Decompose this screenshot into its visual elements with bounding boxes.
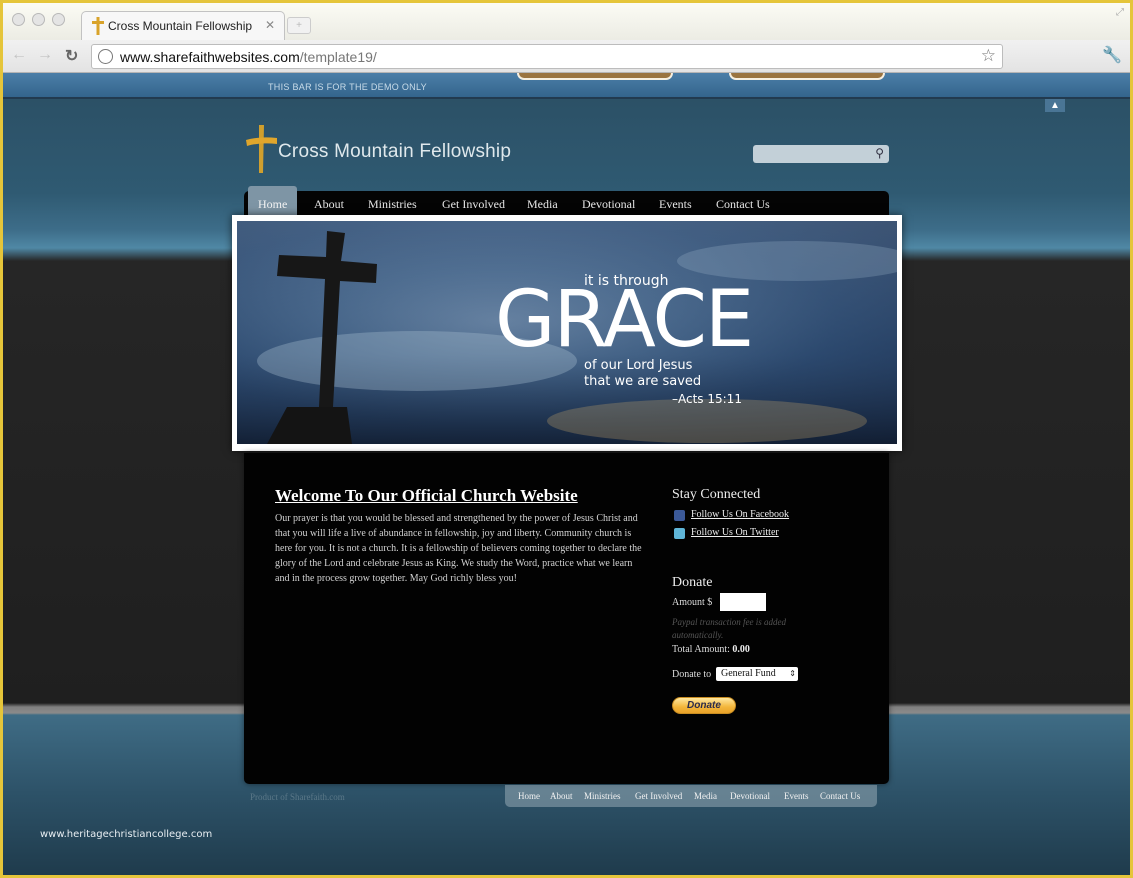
donate-heading: Donate	[672, 575, 713, 590]
search-input[interactable]	[753, 145, 865, 163]
globe-icon	[98, 49, 113, 64]
forward-arrow-icon[interactable]: →	[37, 46, 53, 64]
facebook-link-row: Follow Us On Facebook	[672, 509, 872, 527]
back-arrow-icon[interactable]: ←	[11, 46, 27, 64]
facebook-link[interactable]: Follow Us On Facebook	[691, 509, 789, 520]
footer-nav: Home About Ministries Get Involved Media…	[505, 785, 877, 807]
nav-home[interactable]: Home	[248, 186, 298, 217]
footer-about[interactable]: About	[550, 791, 573, 801]
footer-get-involved[interactable]: Get Involved	[635, 791, 682, 801]
amount-label: Amount $	[672, 597, 713, 608]
content-panel: Welcome To Our Official Church Website O…	[244, 453, 889, 784]
banner-line-3: that we are saved	[584, 374, 702, 389]
browser-titlebar: Cross Mountain Fellowship ✕ + ⤢	[3, 3, 1130, 41]
donate-to-label: Donate to	[672, 669, 712, 680]
cross-logo-icon[interactable]	[244, 123, 278, 175]
facebook-icon[interactable]	[674, 510, 685, 521]
total-value: 0.00	[732, 644, 750, 655]
address-bar[interactable]: www.sharefaithwebsites.com/template19/ ☆	[91, 44, 1003, 69]
total-amount: Total Amount: 0.00	[672, 644, 872, 655]
nav-about[interactable]: About	[314, 197, 344, 212]
twitter-icon[interactable]	[674, 528, 685, 539]
search-icon[interactable]: ⚲	[875, 146, 884, 160]
stay-connected-heading: Stay Connected	[672, 487, 761, 502]
browser-window: Cross Mountain Fellowship ✕ + ⤢ ← → ↻ ww…	[3, 3, 1130, 875]
fund-select-value: General Fund	[721, 668, 776, 679]
cross-favicon-icon	[92, 17, 104, 35]
web-page: THIS BAR IS FOR THE DEMO ONLY ▲ Cross Mo…	[3, 73, 1130, 875]
nav-get-involved[interactable]: Get Involved	[442, 197, 505, 212]
demo-bar: THIS BAR IS FOR THE DEMO ONLY	[3, 73, 1130, 99]
select-arrows-icon: ⇕	[789, 669, 796, 678]
banner-line-2: of our Lord Jesus	[584, 358, 693, 373]
banner-reference: –Acts 15:11	[672, 392, 742, 406]
nav-contact-us[interactable]: Contact Us	[716, 197, 770, 212]
hero-slider[interactable]: it is through GRACE of our Lord Jesus th…	[232, 215, 902, 451]
nav-events[interactable]: Events	[659, 197, 692, 212]
footer-events[interactable]: Events	[784, 791, 809, 801]
footer-devotional[interactable]: Devotional	[730, 791, 770, 801]
welcome-text: Our prayer is that you would be blessed …	[275, 513, 642, 584]
demo-bar-text: THIS BAR IS FOR THE DEMO ONLY	[268, 82, 427, 92]
nav-media[interactable]: Media	[527, 197, 558, 212]
wrench-menu-icon[interactable]: 🔧	[1102, 45, 1122, 65]
url-text[interactable]: www.sharefaithwebsites.com/template19/	[120, 49, 377, 65]
zoom-window-button[interactable]	[52, 13, 65, 26]
banner-headline: GRACE	[495, 275, 754, 365]
demo-bar-button-2[interactable]	[729, 73, 885, 80]
collapse-demo-bar-button[interactable]: ▲	[1045, 99, 1065, 112]
sidebar: Stay Connected Follow Us On Facebook Fol…	[672, 487, 872, 714]
footer-contact-us[interactable]: Contact Us	[820, 791, 860, 801]
nav-ministries[interactable]: Ministries	[368, 197, 417, 212]
fullscreen-icon[interactable]: ⤢	[1116, 7, 1124, 18]
footer-media[interactable]: Media	[694, 791, 717, 801]
amount-input[interactable]	[720, 593, 766, 611]
total-label: Total Amount:	[672, 644, 730, 655]
close-window-button[interactable]	[12, 13, 25, 26]
watermark-text: www.heritagechristiancollege.com	[40, 829, 213, 840]
reload-icon[interactable]: ↻	[65, 46, 78, 66]
amount-row: Amount $	[672, 593, 872, 616]
site-title[interactable]: Cross Mountain Fellowship	[278, 141, 511, 163]
twitter-link-row: Follow Us On Twitter	[672, 527, 872, 545]
demo-bar-button-1[interactable]	[517, 73, 673, 80]
welcome-heading[interactable]: Welcome To Our Official Church Website	[275, 486, 578, 506]
fee-note: Paypal transaction fee is added automati…	[672, 617, 786, 640]
main-nav: Home About Ministries Get Involved Media…	[244, 186, 889, 217]
fund-select[interactable]: General Fund ⇕	[716, 667, 798, 681]
nav-devotional[interactable]: Devotional	[582, 197, 635, 212]
tab-close-icon[interactable]: ✕	[265, 18, 275, 32]
bookmark-star-icon[interactable]: ☆	[981, 46, 996, 66]
browser-tab[interactable]: Cross Mountain Fellowship ✕	[81, 11, 285, 41]
hero-image: it is through GRACE of our Lord Jesus th…	[237, 221, 897, 444]
product-of-link[interactable]: Product of Sharefaith.com	[250, 792, 345, 802]
donate-to-row: Donate to General Fund ⇕	[672, 667, 872, 687]
footer-ministries[interactable]: Ministries	[584, 791, 621, 801]
browser-toolbar: ← → ↻ www.sharefaithwebsites.com/templat…	[3, 40, 1130, 73]
tab-title: Cross Mountain Fellowship	[108, 19, 253, 33]
twitter-link[interactable]: Follow Us On Twitter	[691, 527, 779, 538]
new-tab-button[interactable]: +	[287, 17, 311, 34]
minimize-window-button[interactable]	[32, 13, 45, 26]
donate-button[interactable]: Donate	[672, 697, 736, 714]
footer-home[interactable]: Home	[518, 791, 540, 801]
search-box[interactable]: ⚲	[753, 145, 889, 163]
